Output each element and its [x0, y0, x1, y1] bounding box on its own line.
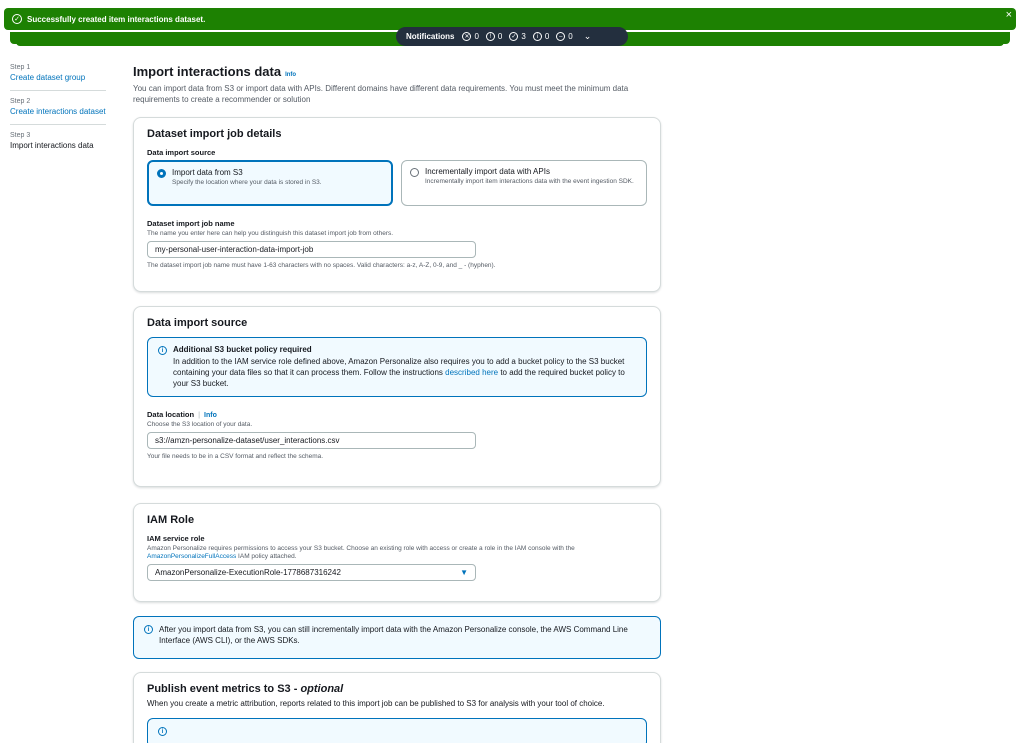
job-details-card: Dataset import job details Data import s… — [133, 117, 661, 292]
caret-down-icon: ▼ — [460, 568, 468, 577]
step-number: Step 1 — [10, 64, 31, 71]
info-icon: i — [532, 32, 542, 41]
alert-body: In addition to the IAM service role defi… — [173, 356, 636, 389]
page-title: Import interactions data Info — [133, 64, 661, 79]
card-title: Publish event metrics to S3 - optional — [147, 683, 647, 695]
data-location-hint: Your file needs to be in a CSV format an… — [147, 453, 324, 460]
divider: | — [198, 410, 201, 419]
job-name-description: The name you enter here can help you dis… — [147, 230, 394, 237]
tile-import-with-apis[interactable]: Incrementally import data with APIs Incr… — [401, 160, 647, 206]
close-icon[interactable]: × — [1006, 9, 1012, 21]
job-name-input[interactable]: my-personal-user-interaction-data-import… — [147, 241, 476, 258]
in-progress-count: –0 — [556, 32, 573, 41]
error-count-value: 0 — [474, 32, 479, 41]
page-header: Import interactions data Info You can im… — [133, 64, 661, 105]
info-circle-icon: i — [144, 625, 153, 634]
job-name-label: Dataset import job name — [147, 219, 235, 228]
info-count-value: 0 — [544, 32, 550, 41]
bucket-policy-alert: i Additional S3 bucket policy required I… — [147, 337, 647, 397]
step-1: Step 1 Create dataset group — [10, 64, 106, 91]
alert-title: Additional S3 bucket policy required — [173, 345, 312, 354]
data-location-field: Data location | Info Choose the S3 locatio… — [147, 410, 647, 460]
tile-title: Import data from S3 — [172, 168, 243, 177]
page-title-text: Import interactions data — [133, 64, 282, 79]
card-title: Data import source — [147, 317, 248, 329]
wizard-steps: Step 1 Create dataset group Step 2 Creat… — [10, 64, 106, 165]
step-current-import-interactions: Import interactions data — [10, 141, 94, 150]
in-progress-icon: – — [556, 32, 566, 41]
tile-description: Specify the location where your data is … — [172, 179, 322, 186]
metrics-alert: i — [147, 718, 647, 743]
info-circle-icon: i — [158, 346, 167, 355]
step-2: Step 2 Create interactions dataset — [10, 98, 106, 125]
error-count: ✕ 0 — [462, 32, 479, 41]
data-location-input[interactable]: s3://amzn-personalize-dataset/user_inter… — [147, 432, 476, 449]
source-label: Data import source — [147, 148, 216, 157]
card-title: IAM Role — [147, 514, 195, 526]
chevron-down-icon[interactable]: ⌄ — [584, 31, 592, 42]
page-description: You can import data from S3 or import da… — [133, 84, 629, 104]
data-location-label-text: Data location — [147, 410, 195, 419]
card-title-text: Publish event metrics to S3 - — [147, 683, 301, 695]
info-link[interactable]: Info — [285, 72, 296, 78]
card-title: Dataset import job details — [147, 128, 282, 140]
success-count: ✓ 3 — [509, 32, 526, 41]
warning-count: ! 0 — [485, 32, 503, 41]
iam-role-label: IAM service role — [147, 534, 205, 543]
iam-role-card: IAM Role IAM service role Amazon Persona… — [133, 503, 661, 602]
metrics-description: When you create a metric attribution, re… — [147, 699, 605, 708]
info-count: i0 — [532, 32, 550, 41]
step-number: Step 3 — [10, 132, 31, 139]
optional-label: optional — [300, 683, 344, 695]
full-access-policy-link[interactable]: AmazonPersonalizeFullAccess — [147, 553, 236, 560]
incremental-import-alert: i After you import data from S3, you can… — [133, 616, 661, 659]
described-here-link[interactable]: described here — [445, 368, 498, 377]
iam-role-description-text-2: IAM policy attached. — [238, 553, 297, 560]
radio-selected-icon[interactable] — [157, 169, 166, 178]
iam-role-select[interactable]: AmazonPersonalize-ExecutionRole-17786873… — [147, 564, 476, 581]
tile-import-from-s3[interactable]: Import data from S3 Specify the location… — [147, 160, 393, 206]
in-progress-count-value: 0 — [568, 32, 573, 41]
source-tiles: Import data from S3 Specify the location… — [147, 160, 647, 206]
success-icon: ✓ — [509, 32, 519, 41]
step-link-create-interactions-dataset[interactable]: Create interactions dataset — [10, 107, 106, 117]
step-link-create-dataset-group[interactable]: Create dataset group — [10, 73, 106, 83]
success-check-icon: ✓ — [12, 14, 22, 24]
warning-icon: ! — [485, 32, 495, 41]
iam-role-description-text: Amazon Personalize requires permissions … — [147, 545, 575, 552]
notifications-label: Notifications — [406, 32, 455, 41]
job-name-field: Dataset import job name The name you ent… — [147, 219, 647, 269]
warning-count-value: 0 — [497, 32, 503, 41]
tile-description: Incrementally import item interactions d… — [425, 178, 634, 185]
flash-message: Successfully created item interactions d… — [27, 14, 206, 24]
data-location-label: Data location | Info — [147, 410, 647, 419]
job-name-constraint: The dataset import job name must have 1-… — [147, 262, 496, 269]
radio-unselected-icon[interactable] — [410, 168, 419, 177]
data-source-card: Data import source i Additional S3 bucke… — [133, 306, 661, 487]
error-icon: ✕ — [462, 32, 472, 41]
info-link[interactable]: Info — [204, 412, 217, 419]
step-number: Step 2 — [10, 98, 31, 105]
publish-metrics-card: Publish event metrics to S3 - optional W… — [133, 672, 661, 743]
iam-role-description: Amazon Personalize requires permissions … — [147, 545, 647, 561]
tile-title: Incrementally import data with APIs — [425, 167, 550, 176]
step-3: Step 3 Import interactions data — [10, 132, 106, 158]
data-location-description: Choose the S3 location of your data. — [147, 421, 253, 428]
notifications-bar[interactable]: Notifications ✕ 0 ! 0 ✓ 3 i0 –0 ⌄ — [396, 27, 628, 46]
info-circle-icon: i — [158, 727, 167, 736]
iam-role-selected-value: AmazonPersonalize-ExecutionRole-17786873… — [155, 568, 341, 577]
success-count-value: 3 — [521, 32, 526, 41]
alert-body: After you import data from S3, you can s… — [159, 625, 628, 645]
